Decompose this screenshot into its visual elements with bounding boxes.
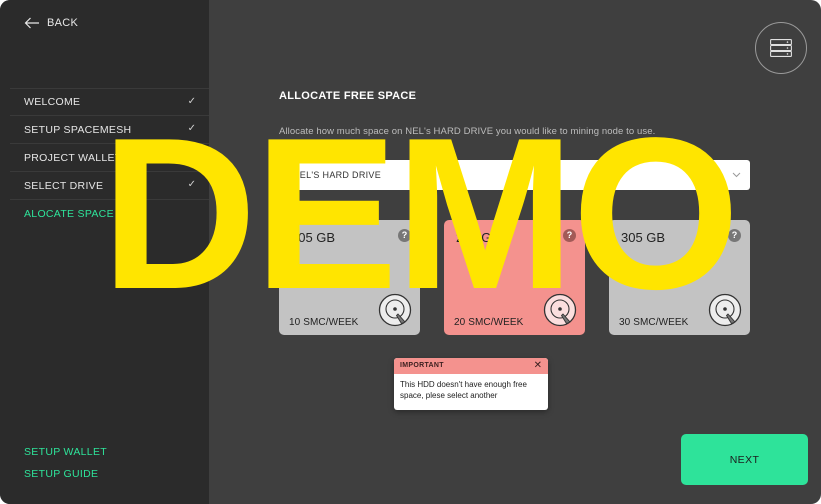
space-option-card[interactable]: 105 GB ? 10 SMC/WEEK [279, 220, 420, 335]
main-panel: ALLOCATE FREE SPACE Allocate how much sp… [209, 0, 821, 504]
sidebar-footer-links: SETUP WALLET SETUP GUIDE [24, 444, 107, 488]
setup-wallet-link[interactable]: SETUP WALLET [24, 444, 107, 466]
tooltip-message: This HDD doesn't have enough free space,… [400, 380, 527, 400]
nav-item-setup-spacemesh[interactable]: SETUP SPACEMESH ✓ [10, 116, 209, 144]
nav-item-label: WELCOME [24, 96, 81, 108]
tooltip-title: IMPORTANT [400, 362, 444, 369]
page-title: ALLOCATE FREE SPACE [279, 90, 417, 102]
nav-item-label: SELECT DRIVE [24, 179, 104, 192]
check-icon: ✓ [187, 179, 196, 190]
info-icon[interactable]: ? [563, 229, 576, 242]
info-icon[interactable]: ? [398, 229, 411, 242]
server-icon [770, 39, 792, 57]
page-subtitle: Allocate how much space on NEL's HARD DR… [279, 126, 656, 137]
setup-guide-link[interactable]: SETUP GUIDE [24, 466, 107, 488]
next-button-label: NEXT [729, 453, 760, 466]
hard-disk-icon [378, 293, 412, 327]
space-option-card[interactable]: 305 GB ? 30 SMC/WEEK [609, 220, 750, 335]
nav-item-label: PROJECT WALLET [24, 151, 122, 164]
arrow-left-icon [24, 17, 39, 29]
space-size: 305 GB [621, 230, 666, 245]
important-tooltip: IMPORTANT ✕ This HDD doesn't have enough… [394, 358, 548, 410]
server-button[interactable] [755, 22, 807, 74]
nav-item-label: SETUP SPACEMESH [24, 123, 132, 136]
tooltip-header: IMPORTANT ✕ [394, 358, 548, 374]
space-option-card-error[interactable]: 205 GB ? 20 SMC/WEEK [444, 220, 585, 335]
nav-item-allocate-space[interactable]: ALOCATE SPACE [10, 200, 209, 228]
setup-steps-nav: WELCOME ✓ SETUP SPACEMESH ✓ PROJECT WALL… [10, 88, 209, 228]
drive-select[interactable]: NEL'S HARD DRIVE [279, 160, 750, 190]
back-label: BACK [47, 17, 79, 29]
nav-item-welcome[interactable]: WELCOME ✓ [10, 88, 209, 116]
nav-item-project-wallet[interactable]: PROJECT WALLET [10, 144, 209, 172]
hard-disk-icon [708, 293, 742, 327]
hard-disk-icon [543, 293, 577, 327]
info-icon[interactable]: ? [728, 229, 741, 242]
chevron-down-icon [732, 172, 741, 178]
close-icon[interactable]: ✕ [534, 360, 542, 372]
nav-item-select-drive[interactable]: SELECT DRIVE ✓ [10, 172, 209, 200]
space-price: 10 SMC/WEEK [289, 317, 359, 328]
check-icon: ✓ [187, 123, 196, 134]
space-price: 20 SMC/WEEK [454, 317, 524, 328]
space-price: 30 SMC/WEEK [619, 317, 689, 328]
space-size: 205 GB [456, 230, 501, 245]
space-size: 105 GB [291, 230, 336, 245]
space-options: 105 GB ? 10 SMC/WEEK 205 GB ? 20 SMC/WEE… [279, 220, 750, 335]
check-icon: ✓ [187, 96, 196, 107]
sidebar: BACK WELCOME ✓ SETUP SPACEMESH ✓ PROJECT… [0, 0, 209, 504]
drive-select-value: NEL'S HARD DRIVE [293, 170, 382, 180]
app-window: BACK WELCOME ✓ SETUP SPACEMESH ✓ PROJECT… [0, 0, 821, 504]
back-button[interactable]: BACK [24, 14, 78, 32]
next-button[interactable]: NEXT [681, 434, 808, 485]
nav-item-label: ALOCATE SPACE [24, 208, 114, 220]
